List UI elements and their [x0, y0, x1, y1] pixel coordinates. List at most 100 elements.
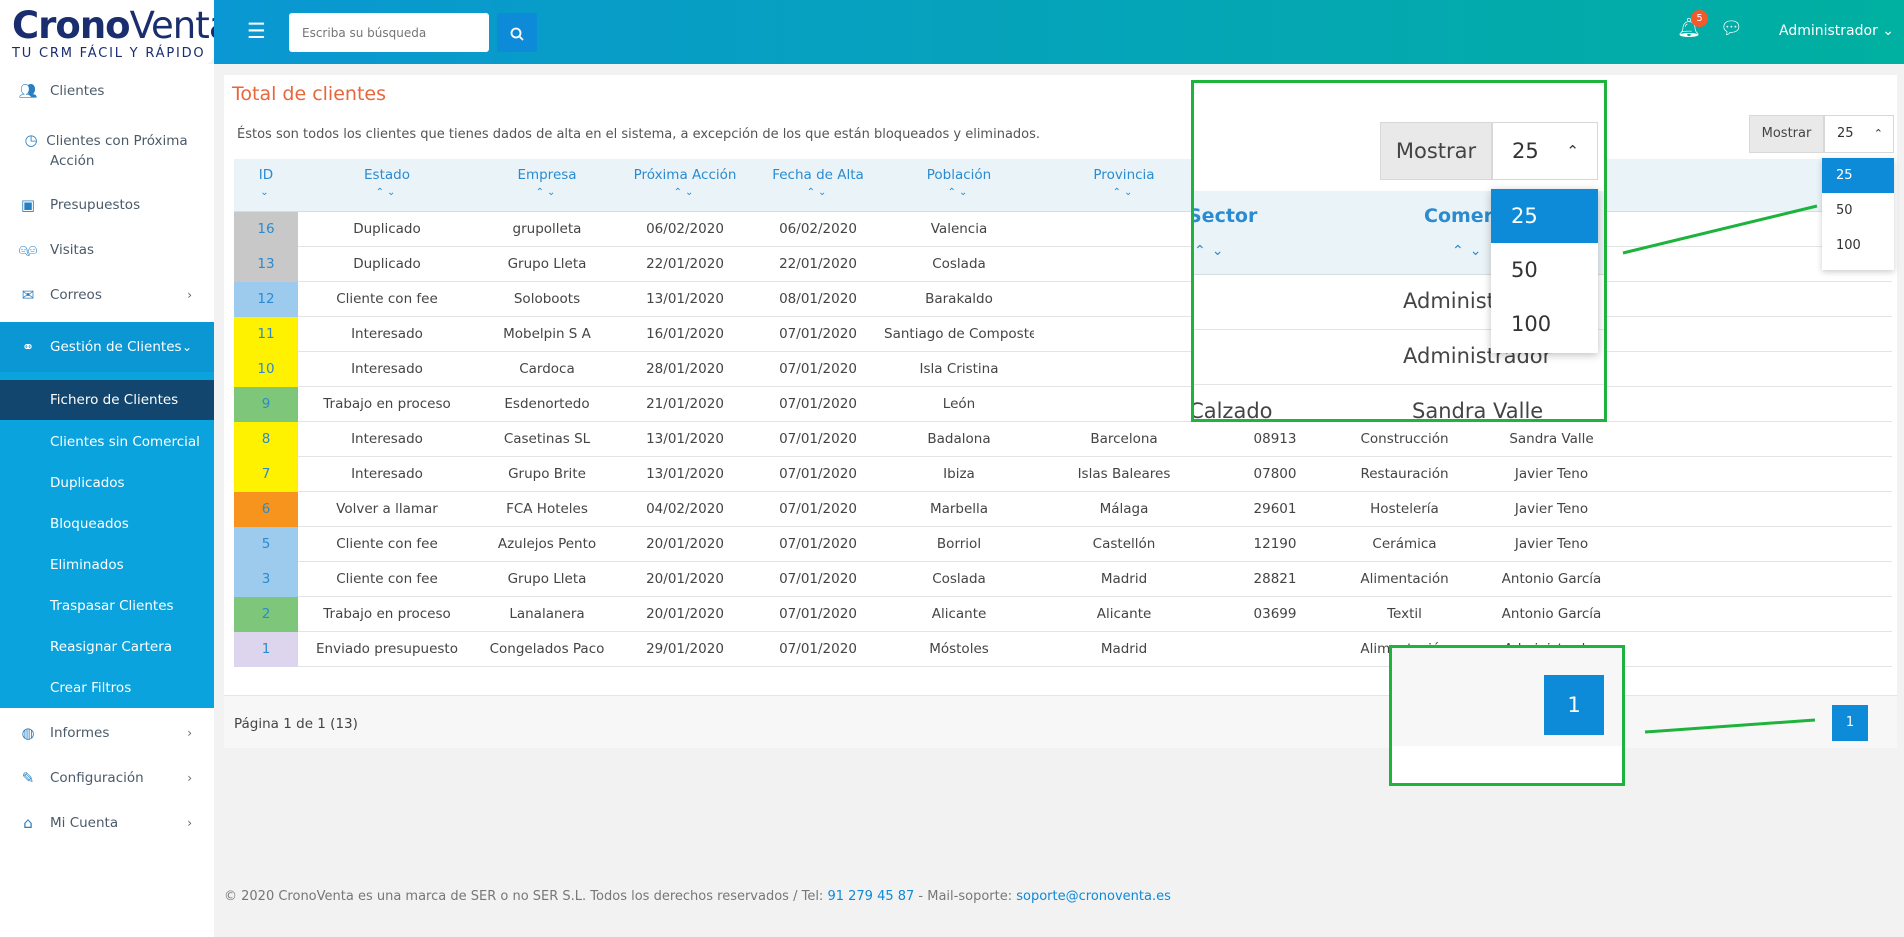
column-header[interactable]: ID ⌄ [234, 159, 298, 212]
submenu-item-duplicados[interactable]: Duplicados [0, 463, 214, 503]
search-button[interactable] [497, 13, 537, 52]
search-icon [510, 27, 524, 41]
column-header[interactable]: Fecha de Alta ⌃⌄ [752, 159, 884, 212]
id-link[interactable]: 11 [234, 317, 298, 352]
table-cell: Construcción [1360, 431, 1449, 447]
sort-icon[interactable]: ⌃⌄ [884, 187, 1034, 199]
brand-logo[interactable]: CronoVenta TU CRM FÁCIL Y RÁPIDO [0, 0, 231, 64]
submenu-item-bloqueados[interactable]: Bloqueados [0, 504, 214, 544]
column-header[interactable]: Población ⌃⌄ [884, 159, 1034, 212]
clients-card: Total de clientes Éstos son todos los cl… [224, 75, 1897, 748]
submenu-item-traspasar[interactable]: Traspasar Clientes [0, 586, 214, 626]
table-cell: Islas Baleares [1077, 466, 1171, 482]
table-cell: Santiago de Compostela [884, 326, 1034, 342]
column-header-label: Provincia [1093, 167, 1155, 183]
table-row[interactable]: 13 Duplicado Grupo Lleta 22/01/2020 22/01/20… [234, 247, 1892, 282]
column-header[interactable]: Empresa ⌃⌄ [476, 159, 618, 212]
submenu-item-fichero[interactable]: Fichero de Clientes [0, 380, 214, 420]
submenu-item-sin-comercial[interactable]: Clientes sin Comercial [0, 422, 214, 462]
notification-badge: 5 [1691, 10, 1708, 27]
home-icon: ⌂ [23, 814, 33, 832]
sidebar-item-informes[interactable]: ◍ Informes › [0, 718, 214, 748]
table-cell: Castellón [1092, 536, 1156, 552]
sidebar-item-visitas[interactable]: 👫︎ Visitas [0, 235, 214, 265]
table-row[interactable]: 1 Enviado presupuesto Congelados Paco 29/01… [234, 632, 1892, 667]
search-input[interactable] [289, 13, 489, 52]
user-menu[interactable]: Administrador ⌄ [1779, 23, 1894, 39]
table-cell: Hostelería [1370, 501, 1439, 517]
hamburger-menu-icon[interactable]: ☰ [247, 21, 266, 42]
notifications-button[interactable]: 🔔︎ 5 [1677, 10, 1708, 39]
table-row[interactable]: 16 Duplicado grupolleta 06/02/2020 06/02/202… [234, 212, 1892, 247]
id-link[interactable]: 10 [234, 352, 298, 387]
table-cell: Javier Teno [1514, 466, 1589, 482]
table-cell: 20/01/2020 [646, 571, 724, 587]
sidebar-item-configuracion[interactable]: ✎ Configuración › [0, 763, 214, 793]
id-link[interactable]: 1 [234, 632, 298, 667]
sort-icon[interactable]: ⌄ [234, 187, 298, 199]
id-link[interactable]: 3 [234, 562, 298, 597]
id-link[interactable]: 7 [234, 457, 298, 492]
id-link[interactable]: 2 [234, 597, 298, 632]
sort-icon: ⌃⌄ [1452, 243, 1488, 259]
table-cell: Valencia [930, 221, 988, 237]
sidebar-item-gestion-clientes[interactable]: ⚭ Gestión de Clientes ⌄ [0, 322, 214, 372]
id-link[interactable]: 8 [234, 422, 298, 457]
table-cell: Cerámica [1372, 536, 1437, 552]
table-row[interactable]: 11 Interesado Mobelpin S A 16/01/2020 07/01/… [234, 317, 1892, 352]
page-title: Total de clientes [232, 83, 386, 105]
column-header[interactable]: Provincia ⌃⌄ [1034, 159, 1214, 212]
phone-link[interactable]: 91 279 45 87 [827, 889, 914, 904]
sidebar-item-mi-cuenta[interactable]: ⌂ Mi Cuenta › [0, 808, 214, 838]
table-cell [1034, 352, 1214, 387]
submenu-item-eliminados[interactable]: Eliminados [0, 545, 214, 585]
table-row[interactable]: 6 Volver a llamar FCA Hoteles 04/02/2020 07/… [234, 492, 1892, 527]
sort-icon[interactable]: ⌃⌄ [752, 187, 884, 199]
id-link[interactable]: 16 [234, 212, 298, 247]
table-cell: 28821 [1253, 571, 1297, 587]
column-header-label: Próxima Acción [633, 167, 737, 183]
table-cell: 03699 [1253, 606, 1297, 622]
money-icon: ▣ [20, 196, 36, 214]
table-cell: 07/01/2020 [779, 536, 857, 552]
sort-icon[interactable]: ⌃⌄ [298, 187, 476, 199]
table-cell: Málaga [1099, 501, 1149, 517]
column-header-label: Empresa [517, 167, 577, 183]
submenu-item-filtros[interactable]: Crear Filtros [0, 668, 214, 708]
table-cell: Esdenortedo [504, 396, 590, 412]
sort-icon[interactable]: ⌃⌄ [1034, 187, 1214, 199]
id-link[interactable]: 13 [234, 247, 298, 282]
table-row[interactable]: 12 Cliente con fee Soloboots 13/01/2020 08/0… [234, 282, 1892, 317]
page-size-option[interactable]: 100 [1822, 228, 1894, 263]
table-row[interactable]: 3 Cliente con fee Grupo Lleta 20/01/2020 07/… [234, 562, 1892, 597]
id-link[interactable]: 5 [234, 527, 298, 562]
table-row[interactable]: 8 Interesado Casetinas SL 13/01/2020 07/01/2… [234, 422, 1892, 457]
chat-icon[interactable]: 💬︎ [1720, 18, 1743, 39]
clock-icon: ◷ [24, 131, 38, 149]
sort-icon[interactable]: ⌃⌄ [618, 187, 752, 199]
sidebar-item-proxima-accion[interactable]: ◷ Clientes con Próxima Acción [0, 130, 214, 172]
page-button[interactable]: 1 [1832, 705, 1868, 741]
table-cell: Duplicado [353, 221, 421, 237]
table-cell: 07/01/2020 [779, 571, 857, 587]
id-link[interactable]: 12 [234, 282, 298, 317]
table-row[interactable]: 7 Interesado Grupo Brite 13/01/2020 07/01/20… [234, 457, 1892, 492]
page-size-option[interactable]: 25 [1822, 158, 1894, 193]
id-link[interactable]: 9 [234, 387, 298, 422]
table-row[interactable]: 5 Cliente con fee Azulejos Pento 20/01/2020… [234, 527, 1892, 562]
page-size-option[interactable]: 50 [1822, 193, 1894, 228]
table-row[interactable]: 2 Trabajo en proceso Lanalanera 20/01/2020 0… [234, 597, 1892, 632]
sidebar-item-clientes[interactable]: 👥︎ Clientes [0, 76, 214, 106]
sidebar-item-presupuestos[interactable]: ▣ Presupuestos [0, 190, 214, 220]
table-cell: 22/01/2020 [646, 256, 724, 272]
sidebar-item-correos[interactable]: ✉ Correos › [0, 280, 214, 310]
table-row[interactable]: 10 Interesado Cardoca 28/01/2020 07/01/2020 I… [234, 352, 1892, 387]
page-size-select[interactable]: 25 ⌃ [1824, 115, 1894, 153]
email-link[interactable]: soporte@cronoventa.es [1016, 889, 1171, 904]
column-header[interactable]: Estado ⌃⌄ [298, 159, 476, 212]
sort-icon[interactable]: ⌃⌄ [476, 187, 618, 199]
id-link[interactable]: 6 [234, 492, 298, 527]
column-header[interactable]: Próxima Acción ⌃⌄ [618, 159, 752, 212]
submenu-item-reasignar[interactable]: Reasignar Cartera [0, 627, 214, 667]
table-row[interactable]: 9 Trabajo en proceso Esdenortedo 21/01/2020… [234, 387, 1892, 422]
